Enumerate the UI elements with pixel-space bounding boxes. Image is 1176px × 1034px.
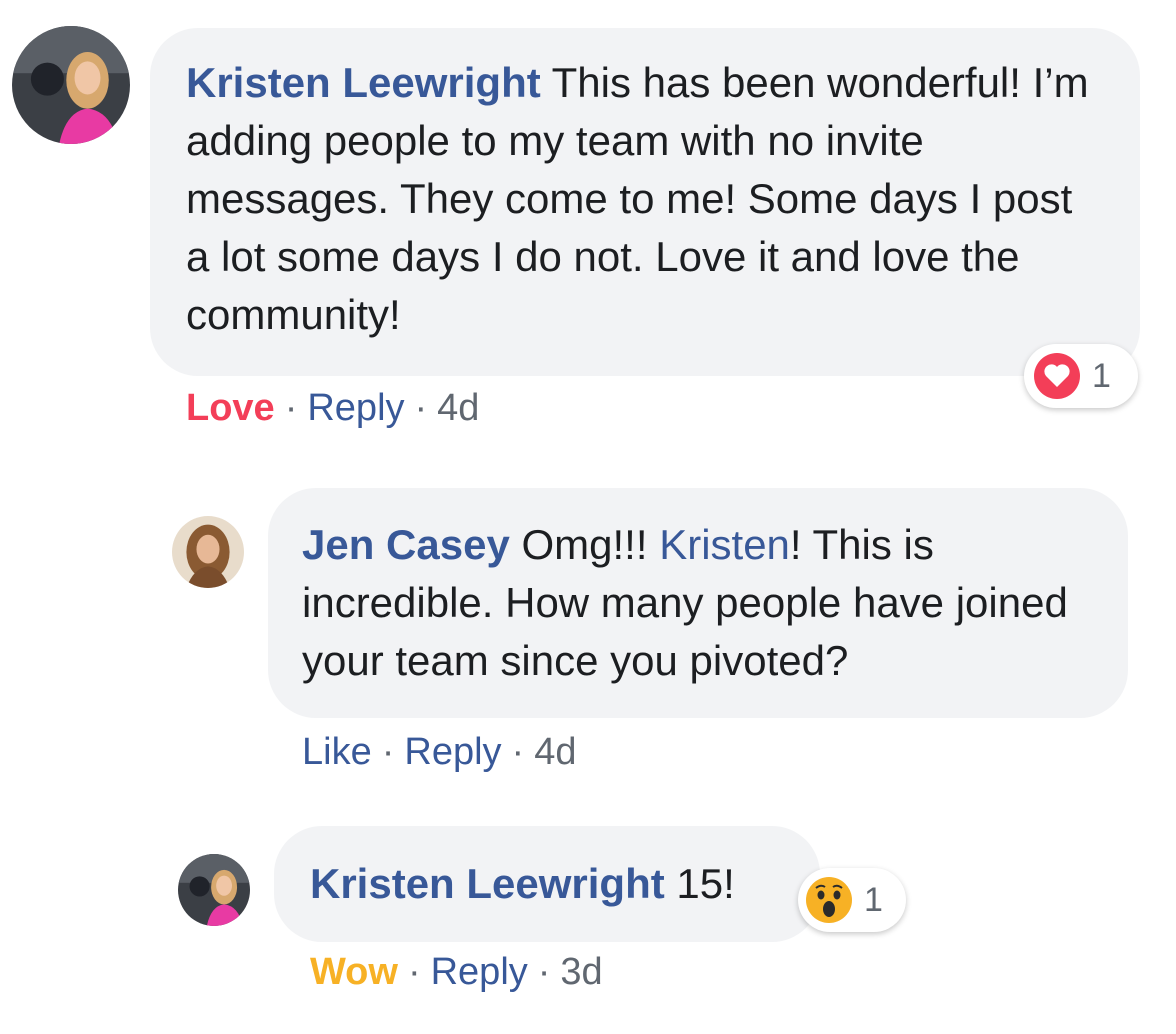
separator: · <box>284 387 298 429</box>
comment-bubble: Kristen Leewright This has been wonderfu… <box>150 28 1140 376</box>
reaction-summary[interactable]: 1 <box>798 868 906 932</box>
reply-button[interactable]: Reply <box>404 731 501 773</box>
love-icon <box>1034 353 1080 399</box>
comment-actions: Like · Reply · 4d <box>302 730 576 774</box>
comment-author[interactable]: Kristen Leewright <box>310 860 665 907</box>
like-button[interactable]: Like <box>302 731 372 773</box>
comment-thread: Kristen Leewright This has been wonderfu… <box>0 0 1176 1034</box>
avatar-photo <box>178 854 250 926</box>
comment-actions: Wow · Reply · 3d <box>310 950 603 994</box>
reply-button[interactable]: Reply <box>431 951 528 993</box>
avatar[interactable] <box>172 516 244 588</box>
love-reaction-button[interactable]: Love <box>186 387 275 429</box>
comment-author[interactable]: Jen Casey <box>302 521 510 568</box>
reaction-count: 1 <box>864 880 883 919</box>
timestamp[interactable]: 4d <box>437 387 479 429</box>
reaction-summary[interactable]: 1 <box>1024 344 1138 408</box>
mention-link[interactable]: Kristen <box>659 521 790 568</box>
wow-icon <box>806 877 852 923</box>
avatar[interactable] <box>178 854 250 926</box>
separator: · <box>381 731 395 773</box>
reaction-count: 1 <box>1092 356 1111 395</box>
separator: · <box>414 387 428 429</box>
timestamp[interactable]: 3d <box>560 951 602 993</box>
timestamp[interactable]: 4d <box>534 731 576 773</box>
comment-text: 15! <box>676 860 735 907</box>
avatar-photo <box>12 26 130 144</box>
reply-bubble: Jen Casey Omg!!! Kristen! This is incred… <box>268 488 1128 718</box>
separator: · <box>511 731 525 773</box>
comment-author[interactable]: Kristen Leewright <box>186 59 541 106</box>
reply-bubble: Kristen Leewright 15! <box>274 826 820 942</box>
reply-button[interactable]: Reply <box>307 387 404 429</box>
comment-actions: Love · Reply · 4d <box>186 386 479 430</box>
wow-reaction-button[interactable]: Wow <box>310 951 398 993</box>
separator: · <box>407 951 421 993</box>
comment-text: Omg!!! <box>521 521 648 568</box>
separator: · <box>537 951 551 993</box>
avatar-photo <box>172 516 244 588</box>
avatar[interactable] <box>12 26 130 144</box>
